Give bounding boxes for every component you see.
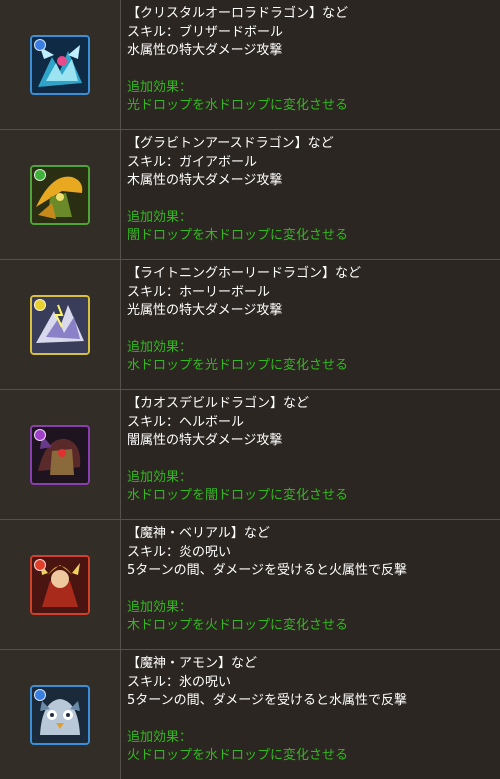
skill-description-cell: 【クリスタルオーロラドラゴン】などスキル：ブリザードボール水属性の特大ダメージ攻…: [121, 0, 500, 130]
skill-row: 【カオスデビルドラゴン】などスキル：ヘルボール闇属性の特大ダメージ攻撃追加効果：…: [0, 390, 500, 520]
icon-cell: [0, 390, 121, 520]
monster-title: 【グラビトンアースドラゴン】など: [127, 135, 494, 154]
extra-effect-label: 追加効果：: [127, 339, 494, 358]
skill-description-cell: 【グラビトンアースドラゴン】などスキル：ガイアボール木属性の特大ダメージ攻撃追加…: [121, 130, 500, 260]
skill-name: スキル：ヘルボール: [127, 414, 494, 433]
lightning-holy-dragon-icon: [30, 295, 90, 355]
extra-effect-label: 追加効果：: [127, 599, 494, 618]
skill-effect: 光属性の特大ダメージ攻撃: [127, 302, 494, 321]
demon-amon-icon: [30, 685, 90, 745]
skill-effect: 闇属性の特大ダメージ攻撃: [127, 432, 494, 451]
attribute-orb-icon: [34, 559, 46, 571]
skill-table: 【クリスタルオーロラドラゴン】などスキル：ブリザードボール水属性の特大ダメージ攻…: [0, 0, 500, 779]
monster-title: 【クリスタルオーロラドラゴン】など: [127, 5, 494, 24]
skill-effect: 水属性の特大ダメージ攻撃: [127, 42, 494, 61]
extra-effect-label: 追加効果：: [127, 729, 494, 748]
skill-row: 【グラビトンアースドラゴン】などスキル：ガイアボール木属性の特大ダメージ攻撃追加…: [0, 130, 500, 260]
extra-effect-text: 水ドロップを光ドロップに変化させる: [127, 357, 494, 376]
attribute-orb-icon: [34, 299, 46, 311]
skill-description-cell: 【魔神・ベリアル】などスキル：炎の呪い5ターンの間、ダメージを受けると火属性で反…: [121, 520, 500, 650]
attribute-orb-icon: [34, 169, 46, 181]
icon-cell: [0, 260, 121, 390]
skill-name: スキル：ブリザードボール: [127, 24, 494, 43]
skill-row: 【ライトニングホーリードラゴン】などスキル：ホーリーボール光属性の特大ダメージ攻…: [0, 260, 500, 390]
skill-description-cell: 【カオスデビルドラゴン】などスキル：ヘルボール闇属性の特大ダメージ攻撃追加効果：…: [121, 390, 500, 520]
crystal-aurora-dragon-icon: [30, 35, 90, 95]
extra-effect-text: 光ドロップを水ドロップに変化させる: [127, 97, 494, 116]
spacer: [127, 581, 494, 599]
spacer: [127, 61, 494, 79]
extra-effect-text: 火ドロップを水ドロップに変化させる: [127, 747, 494, 766]
skill-name: スキル：ホーリーボール: [127, 284, 494, 303]
demon-belial-icon: [30, 555, 90, 615]
icon-cell: [0, 650, 121, 779]
extra-effect-label: 追加効果：: [127, 209, 494, 228]
icon-cell: [0, 0, 121, 130]
spacer: [127, 451, 494, 469]
graviton-earth-dragon-icon: [30, 165, 90, 225]
skill-name: スキル：氷の呪い: [127, 674, 494, 693]
spacer: [127, 191, 494, 209]
skill-name: スキル：ガイアボール: [127, 154, 494, 173]
skill-description-cell: 【ライトニングホーリードラゴン】などスキル：ホーリーボール光属性の特大ダメージ攻…: [121, 260, 500, 390]
skill-row: 【クリスタルオーロラドラゴン】などスキル：ブリザードボール水属性の特大ダメージ攻…: [0, 0, 500, 130]
extra-effect-label: 追加効果：: [127, 79, 494, 98]
attribute-orb-icon: [34, 689, 46, 701]
skill-row: 【魔神・アモン】などスキル：氷の呪い5ターンの間、ダメージを受けると水属性で反撃…: [0, 650, 500, 779]
skill-effect: 5ターンの間、ダメージを受けると火属性で反撃: [127, 562, 494, 581]
chaos-devil-dragon-icon: [30, 425, 90, 485]
spacer: [127, 711, 494, 729]
skill-row: 【魔神・ベリアル】などスキル：炎の呪い5ターンの間、ダメージを受けると火属性で反…: [0, 520, 500, 650]
attribute-orb-icon: [34, 39, 46, 51]
icon-cell: [0, 520, 121, 650]
spacer: [127, 321, 494, 339]
extra-effect-text: 闇ドロップを木ドロップに変化させる: [127, 227, 494, 246]
extra-effect-text: 木ドロップを火ドロップに変化させる: [127, 617, 494, 636]
skill-description-cell: 【魔神・アモン】などスキル：氷の呪い5ターンの間、ダメージを受けると水属性で反撃…: [121, 650, 500, 779]
extra-effect-label: 追加効果：: [127, 469, 494, 488]
skill-effect: 5ターンの間、ダメージを受けると水属性で反撃: [127, 692, 494, 711]
monster-title: 【ライトニングホーリードラゴン】など: [127, 265, 494, 284]
icon-cell: [0, 130, 121, 260]
skill-effect: 木属性の特大ダメージ攻撃: [127, 172, 494, 191]
monster-title: 【魔神・ベリアル】など: [127, 525, 494, 544]
skill-name: スキル：炎の呪い: [127, 544, 494, 563]
extra-effect-text: 水ドロップを闇ドロップに変化させる: [127, 487, 494, 506]
attribute-orb-icon: [34, 429, 46, 441]
monster-title: 【魔神・アモン】など: [127, 655, 494, 674]
monster-title: 【カオスデビルドラゴン】など: [127, 395, 494, 414]
